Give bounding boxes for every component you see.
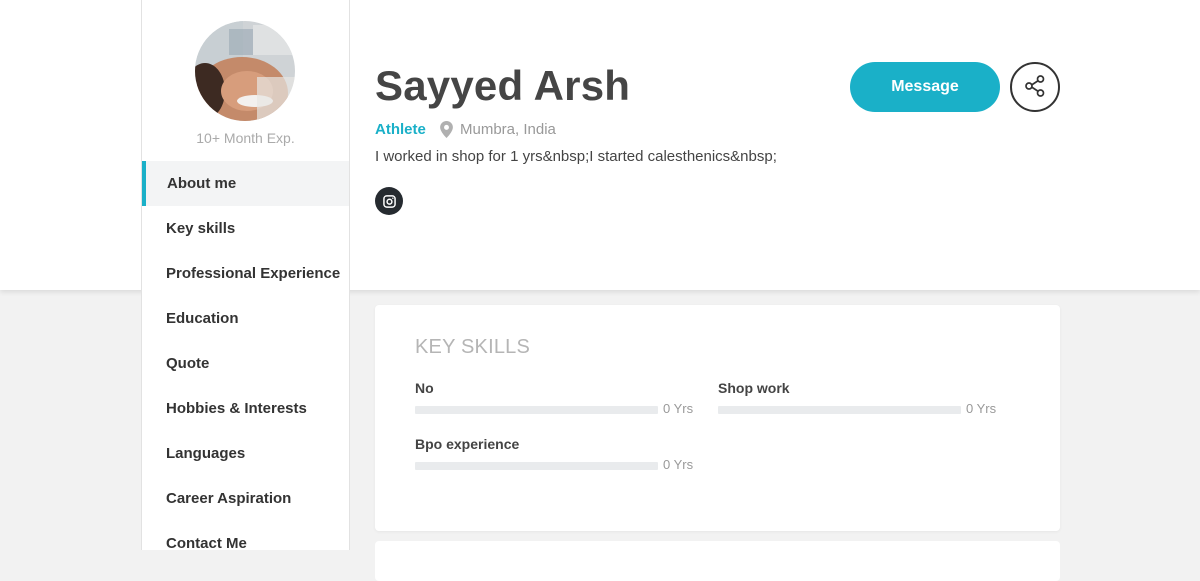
sidebar-item-about-me[interactable]: About me	[142, 161, 349, 206]
sidebar-item-key-skills[interactable]: Key skills	[142, 206, 349, 251]
skill-item: Bpo experience 0 Yrs	[415, 434, 705, 472]
experience-label: 10+ Month Exp.	[196, 130, 295, 146]
message-button[interactable]: Message	[850, 62, 1000, 112]
skill-progress-bar	[718, 406, 961, 414]
key-skills-title: KEY SKILLS	[415, 336, 531, 358]
profile-location: Mumbra, India	[460, 121, 556, 138]
skill-name: No	[415, 380, 434, 396]
sidebar-nav: About me Key skills Professional Experie…	[142, 161, 349, 566]
skill-progress-bar	[415, 406, 658, 414]
sidebar-item-hobbies[interactable]: Hobbies & Interests	[142, 386, 349, 431]
skill-name: Bpo experience	[415, 436, 520, 452]
skill-progress-bar	[415, 462, 658, 470]
sidebar-item-career-aspiration[interactable]: Career Aspiration	[142, 476, 349, 521]
skill-years: 0 Yrs	[663, 401, 694, 416]
share-button[interactable]	[1010, 62, 1060, 112]
skill-item: Shop work 0 Yrs	[718, 378, 1008, 416]
skill-years: 0 Yrs	[663, 457, 694, 472]
profile-role: Athlete	[375, 121, 426, 138]
next-section-card	[375, 541, 1060, 581]
skill-name: Shop work	[718, 380, 790, 396]
share-icon	[1023, 74, 1047, 101]
sidebar-item-languages[interactable]: Languages	[142, 431, 349, 476]
instagram-icon[interactable]	[375, 187, 403, 215]
skill-years: 0 Yrs	[966, 401, 997, 416]
key-skills-card: KEY SKILLS No 0 Yrs Shop work 0 Yrs Bpo …	[375, 305, 1060, 531]
sidebar-item-professional-experience[interactable]: Professional Experience	[142, 251, 349, 296]
sidebar-item-quote[interactable]: Quote	[142, 341, 349, 386]
profile-name: Sayyed Arsh	[375, 62, 631, 109]
profile-bio: I worked in shop for 1 yrs&nbsp;I starte…	[375, 148, 777, 165]
sidebar-item-contact-me[interactable]: Contact Me	[142, 521, 349, 566]
sidebar: 10+ Month Exp. About me Key skills Profe…	[141, 0, 350, 552]
location-pin-icon	[440, 121, 453, 143]
avatar	[195, 21, 295, 121]
skill-item: No 0 Yrs	[415, 378, 705, 416]
sidebar-item-education[interactable]: Education	[142, 296, 349, 341]
